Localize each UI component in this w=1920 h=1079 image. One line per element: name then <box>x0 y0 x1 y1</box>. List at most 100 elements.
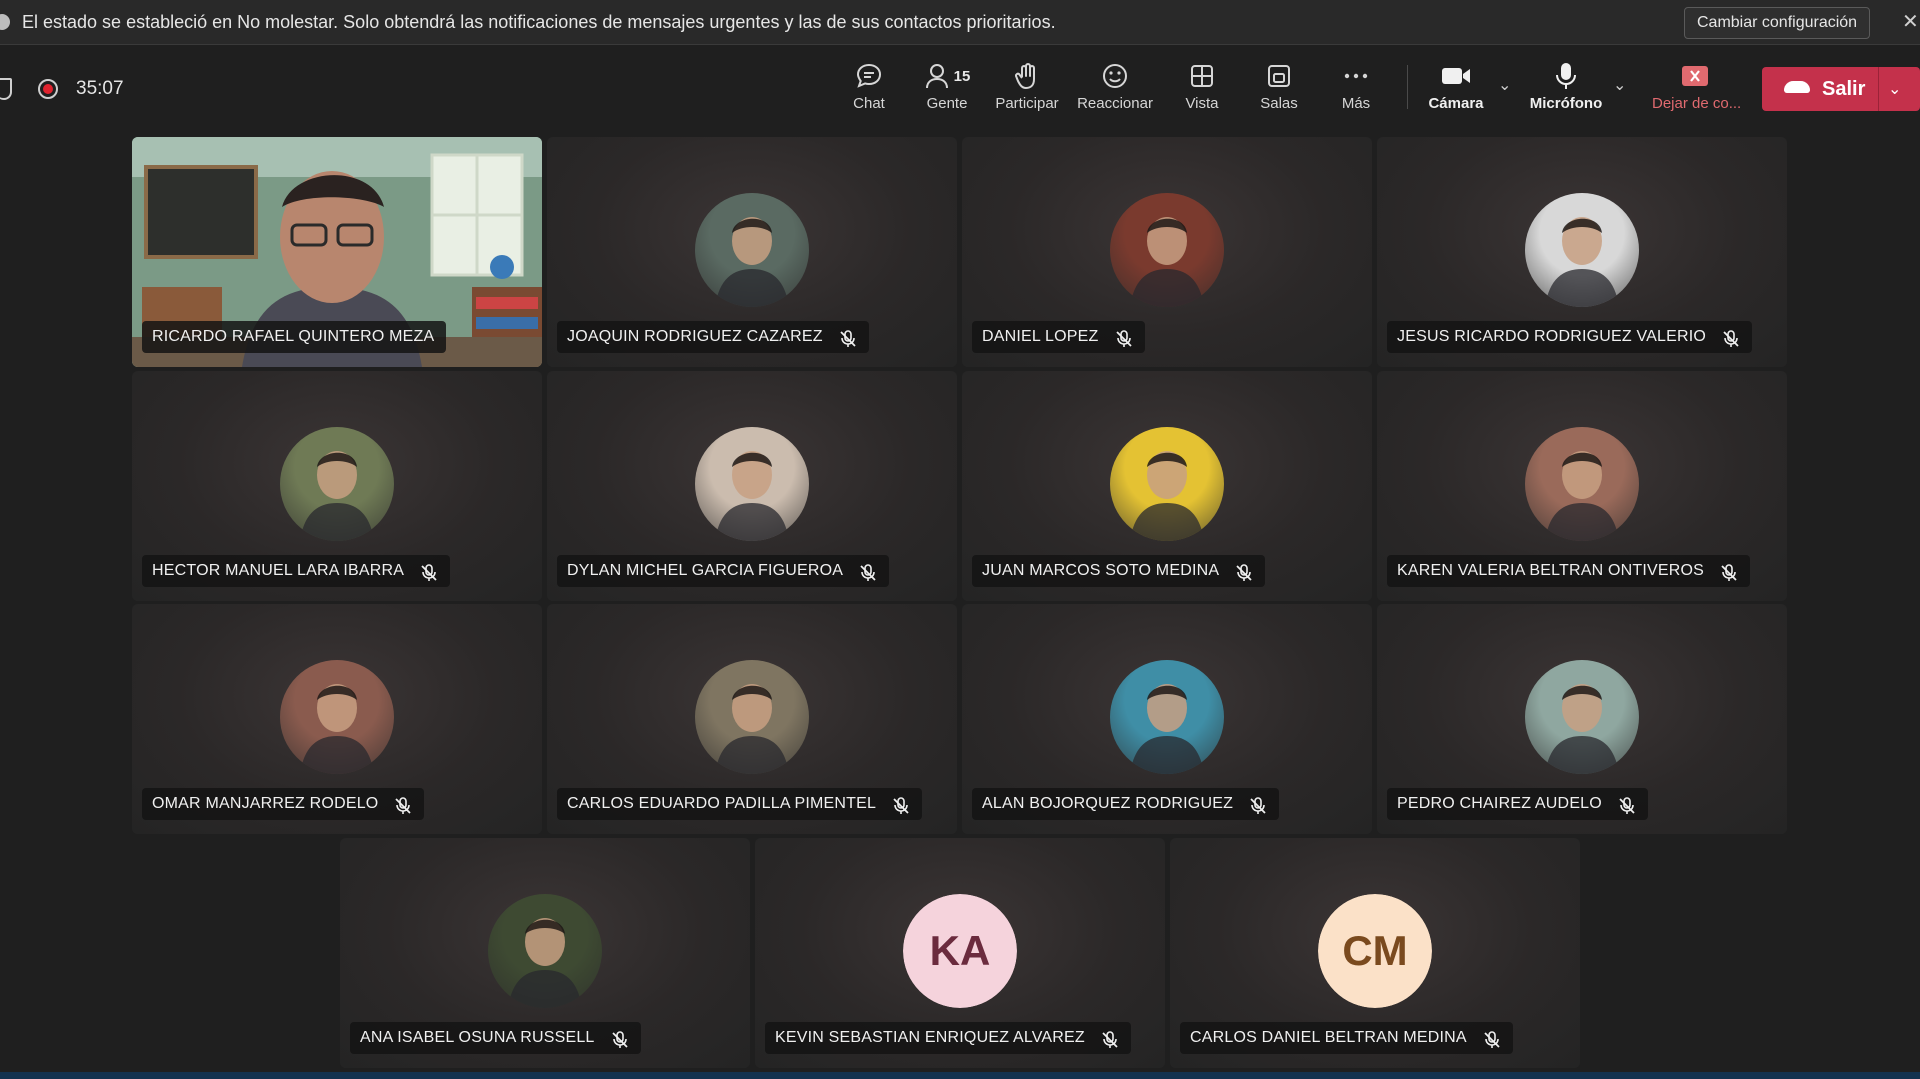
participant-name: KEVIN SEBASTIAN ENRIQUEZ ALVAREZ <box>765 1022 1131 1054</box>
participant-name-label: JESUS RICARDO RODRIGUEZ VALERIO <box>1397 328 1707 345</box>
smiley-icon <box>1075 59 1155 93</box>
people-button[interactable]: 15 Gente <box>907 59 987 112</box>
muted-mic-icon <box>1249 795 1267 814</box>
muted-mic-icon <box>1101 1029 1119 1048</box>
close-icon[interactable]: ✕ <box>1902 9 1919 34</box>
muted-mic-icon <box>1618 795 1636 814</box>
leave-button[interactable]: Salir ⌄ <box>1762 67 1920 111</box>
muted-mic-icon <box>859 562 877 581</box>
notification-banner: El estado se estableció en No molestar. … <box>0 0 1920 45</box>
more-label: Más <box>1341 95 1371 112</box>
participant-name-label: JUAN MARCOS SOTO MEDINA <box>982 562 1220 579</box>
leave-label: Salir <box>1822 78 1866 100</box>
chat-label: Chat <box>853 95 885 112</box>
participant-tile[interactable]: DYLAN MICHEL GARCIA FIGUEROA <box>547 371 957 601</box>
participant-tile[interactable]: KA KEVIN SEBASTIAN ENRIQUEZ ALVAREZ <box>755 838 1165 1068</box>
camera-options-chevron-icon[interactable]: ⌄ <box>1498 75 1511 95</box>
avatar <box>1110 193 1224 307</box>
muted-mic-icon <box>1235 562 1253 581</box>
participant-name: DANIEL LOPEZ <box>972 321 1145 353</box>
participant-tile[interactable]: JOAQUIN RODRIGUEZ CAZAREZ <box>547 137 957 367</box>
participant-name-label: ANA ISABEL OSUNA RUSSELL <box>360 1029 595 1046</box>
participant-name-label: ALAN BOJORQUEZ RODRIGUEZ <box>982 795 1234 812</box>
participant-name: ANA ISABEL OSUNA RUSSELL <box>350 1022 641 1054</box>
more-icon <box>1316 59 1396 93</box>
microphone-label: Micrófono <box>1529 95 1603 112</box>
participant-name-label: RICARDO RAFAEL QUINTERO MEZA <box>152 328 435 345</box>
avatar <box>695 427 809 541</box>
video-tile[interactable]: RICARDO RAFAEL QUINTERO MEZA <box>132 137 542 367</box>
chat-button[interactable]: Chat <box>829 59 909 112</box>
participant-tile[interactable]: KAREN VALERIA BELTRAN ONTIVEROS <box>1377 371 1787 601</box>
participant-name: CARLOS EDUARDO PADILLA PIMENTEL <box>557 788 923 820</box>
camera-label: Cámara <box>1428 95 1484 112</box>
participant-tile[interactable]: ANA ISABEL OSUNA RUSSELL <box>340 838 750 1068</box>
muted-mic-icon <box>611 1029 629 1048</box>
avatar-photo <box>300 451 374 541</box>
participant-tile[interactable]: DANIEL LOPEZ <box>962 137 1372 367</box>
participant-name: JOAQUIN RODRIGUEZ CAZAREZ <box>557 321 869 353</box>
avatar-photo <box>1130 217 1204 307</box>
microphone-button[interactable]: Micrófono <box>1526 59 1606 112</box>
participant-tile[interactable]: CARLOS EDUARDO PADILLA PIMENTEL <box>547 604 957 834</box>
avatar <box>1525 427 1639 541</box>
avatar-photo <box>1130 451 1204 541</box>
people-icon: 15 <box>907 59 987 93</box>
avatar <box>280 660 394 774</box>
participant-tile[interactable]: JUAN MARCOS SOTO MEDINA <box>962 371 1372 601</box>
microphone-options-chevron-icon[interactable]: ⌄ <box>1613 75 1626 95</box>
stop-sharing-button[interactable]: Dejar de co... <box>1652 59 1741 112</box>
participant-name-label: OMAR MANJARREZ RODELO <box>152 795 379 812</box>
grid-view-icon <box>1162 59 1242 93</box>
camera-button[interactable]: Cámara <box>1416 59 1496 112</box>
camera-icon <box>1416 59 1496 93</box>
avatar-photo <box>1545 684 1619 774</box>
participant-name: JESUS RICARDO RODRIGUEZ VALERIO <box>1387 321 1753 353</box>
avatar-initials: KA <box>903 894 1017 1008</box>
participant-name: ALAN BOJORQUEZ RODRIGUEZ <box>972 788 1280 820</box>
participant-name: RICARDO RAFAEL QUINTERO MEZA <box>142 321 447 353</box>
muted-mic-icon <box>839 328 857 347</box>
leave-options-chevron-icon[interactable]: ⌄ <box>1888 79 1901 99</box>
participant-name-label: JOAQUIN RODRIGUEZ CAZAREZ <box>567 328 823 345</box>
change-settings-button[interactable]: Cambiar configuración <box>1684 7 1871 39</box>
muted-mic-icon <box>1722 328 1740 347</box>
rooms-label: Salas <box>1260 95 1298 112</box>
participant-tile[interactable]: CM CARLOS DANIEL BELTRAN MEDINA <box>1170 838 1580 1068</box>
avatar: CM <box>1318 894 1432 1008</box>
avatar <box>695 193 809 307</box>
shield-icon <box>0 78 12 100</box>
participant-name: PEDRO CHAIREZ AUDELO <box>1387 788 1648 820</box>
avatar-photo <box>1545 217 1619 307</box>
participant-name: HECTOR MANUEL LARA IBARRA <box>142 555 451 587</box>
avatar-photo <box>715 217 789 307</box>
participant-tile[interactable]: PEDRO CHAIREZ AUDELO <box>1377 604 1787 834</box>
more-button[interactable]: Más <box>1316 59 1396 112</box>
avatar <box>488 894 602 1008</box>
participant-name-label: CARLOS DANIEL BELTRAN MEDINA <box>1190 1029 1467 1046</box>
participant-tile[interactable]: OMAR MANJARREZ RODELO <box>132 604 542 834</box>
avatar: KA <box>903 894 1017 1008</box>
react-button[interactable]: Reaccionar <box>1075 59 1155 112</box>
hang-up-icon <box>1784 81 1810 93</box>
muted-mic-icon <box>1483 1029 1501 1048</box>
participant-tile[interactable]: JESUS RICARDO RODRIGUEZ VALERIO <box>1377 137 1787 367</box>
participant-name-label: HECTOR MANUEL LARA IBARRA <box>152 562 405 579</box>
avatar-photo <box>508 918 582 1008</box>
react-label: Reaccionar <box>1077 95 1153 112</box>
raise-hand-button[interactable]: Participar <box>987 59 1067 112</box>
participant-tile[interactable]: ALAN BOJORQUEZ RODRIGUEZ <box>962 604 1372 834</box>
participant-name: KAREN VALERIA BELTRAN ONTIVEROS <box>1387 555 1751 587</box>
view-button[interactable]: Vista <box>1162 59 1242 112</box>
people-label: Gente <box>926 95 968 112</box>
avatar-photo <box>1130 684 1204 774</box>
participant-name: CARLOS DANIEL BELTRAN MEDINA <box>1180 1022 1513 1054</box>
participant-name: OMAR MANJARREZ RODELO <box>142 788 425 820</box>
participant-tile[interactable]: HECTOR MANUEL LARA IBARRA <box>132 371 542 601</box>
meeting-toolbar: 35:07 Chat 15 Gente Participar Reacciona… <box>0 45 1920 129</box>
participant-name: DYLAN MICHEL GARCIA FIGUEROA <box>557 555 890 587</box>
toolbar-divider <box>1407 65 1408 109</box>
taskbar-edge <box>0 1072 1920 1079</box>
participant-name: JUAN MARCOS SOTO MEDINA <box>972 555 1266 587</box>
breakout-rooms-button[interactable]: Salas <box>1239 59 1319 112</box>
